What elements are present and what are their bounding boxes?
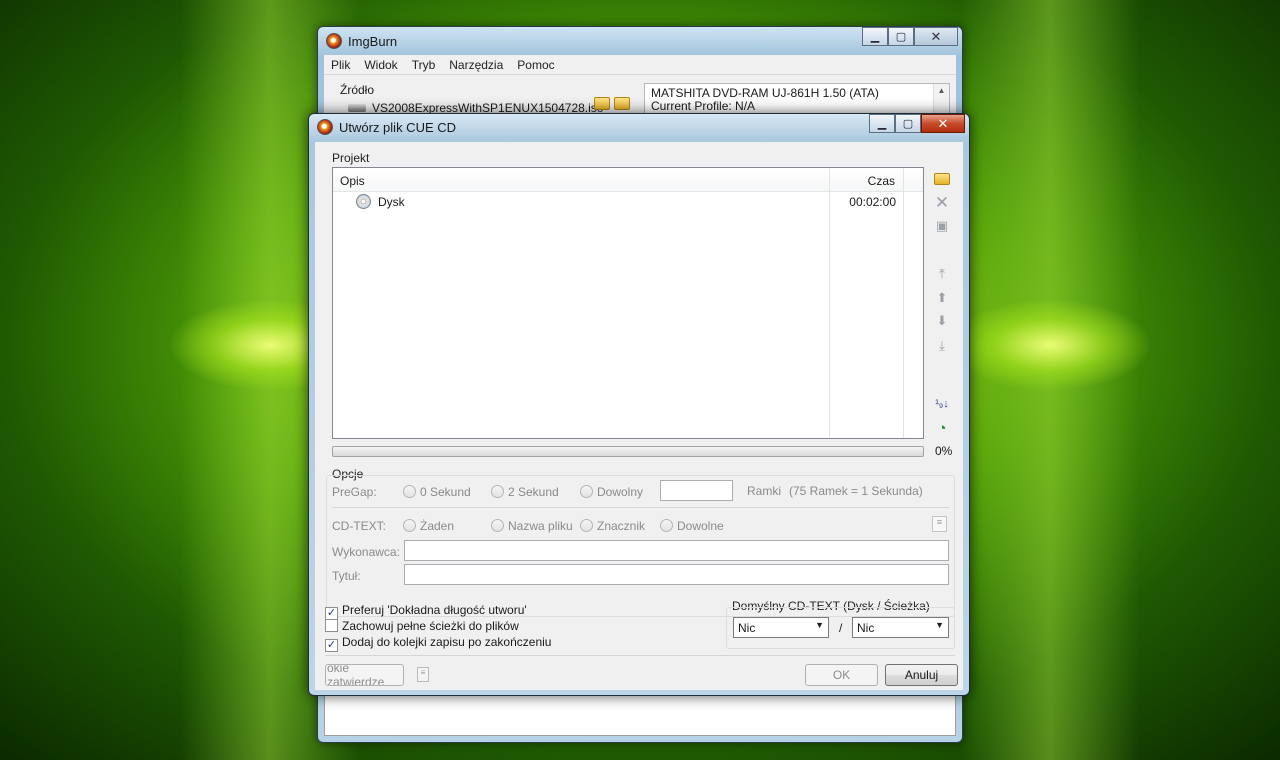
drive-icon	[348, 104, 366, 112]
main-title-text: ImgBurn	[348, 33, 398, 49]
footer-divider	[325, 655, 955, 656]
full-paths-checkbox[interactable]: Zachowuj pełne ścieżki do plików	[325, 619, 519, 633]
cancel-button[interactable]: Anuluj	[885, 664, 958, 686]
performer-label: Wykonawca:	[332, 545, 400, 559]
disc-icon	[356, 194, 371, 209]
exact-length-checkbox[interactable]: ✓ Preferuj 'Dokładna długość utworu'	[325, 603, 527, 620]
cdtext-separator: /	[839, 621, 843, 635]
cdtext-tag-radio[interactable]: Znacznik	[580, 519, 645, 533]
menu-narzedzia[interactable]: Narzędzia	[442, 58, 510, 72]
cdtext-none-radio[interactable]: Żaden	[403, 519, 454, 533]
main-caption-buttons: ▁ ▢ ✕	[862, 27, 958, 46]
move-up-icon[interactable]: ⬆	[932, 289, 952, 307]
dialog-caption-buttons: ▁ ▢ ✕	[869, 114, 965, 133]
dialog-app-icon	[317, 119, 333, 135]
project-group-label: Projekt	[332, 151, 370, 165]
source-buttons	[594, 97, 630, 110]
dialog-client: Projekt Opis Czas Dysk 00:02:00 ✕ ▣ ⤒ ⬆ …	[315, 142, 963, 690]
dialog-maximize-button[interactable]: ▢	[895, 114, 921, 133]
menu-widok[interactable]: Widok	[357, 58, 404, 72]
menu-plik[interactable]: Plik	[324, 58, 357, 72]
pregap-custom-radio[interactable]: Dowolny	[580, 485, 643, 499]
source-label: Źródło	[340, 83, 375, 97]
progress-percent: 0%	[935, 444, 953, 458]
title-input[interactable]	[404, 564, 949, 585]
browse-folder-icon[interactable]	[594, 97, 610, 110]
project-list-header: Opis Czas	[333, 168, 923, 192]
options-divider	[332, 507, 949, 508]
cdtext-custom-radio[interactable]: Dowolne	[660, 519, 724, 533]
project-list[interactable]: Opis Czas Dysk 00:02:00	[332, 167, 924, 439]
imgburn-app-icon	[326, 33, 342, 49]
cdtext-edit-icon[interactable]: ≡	[932, 516, 947, 532]
column-header-time[interactable]: Czas	[868, 174, 895, 188]
performer-input[interactable]	[404, 540, 949, 561]
ok-button[interactable]: OK	[805, 664, 878, 686]
track-cdtext-select[interactable]: Nic ▼	[852, 617, 949, 638]
device-line-2: Current Profile: N/A	[651, 99, 756, 113]
menu-tryb[interactable]: Tryb	[405, 58, 443, 72]
sort-icon[interactable]: ¹₉↓	[932, 395, 952, 413]
clipboard-icon[interactable]: ≡	[417, 667, 429, 682]
pregap-frames-input[interactable]	[660, 480, 733, 501]
move-bottom-icon[interactable]: ⤓	[932, 337, 952, 355]
dialog-title-text: Utwórz plik CUE CD	[339, 119, 457, 135]
frames-label: Ramki	[747, 484, 782, 498]
dialog-close-button[interactable]: ✕	[921, 114, 965, 133]
frames-hint: (75 Ramek = 1 Sekunda)	[789, 484, 923, 498]
calculate-icon[interactable]: ◔	[932, 419, 952, 437]
dialog-minimize-button[interactable]: ▁	[869, 114, 895, 133]
list-item[interactable]: Dysk 00:02:00	[333, 194, 923, 212]
remove-icon[interactable]: ✕	[932, 193, 952, 212]
list-item-time: 00:02:00	[849, 195, 896, 209]
disc-cdtext-select[interactable]: Nic ▼	[733, 617, 829, 638]
dialog-title: Utwórz plik CUE CD	[317, 119, 456, 135]
main-minimize-button[interactable]: ▁	[862, 27, 888, 46]
menu-pomoc[interactable]: Pomoc	[510, 58, 561, 72]
add-files-icon[interactable]	[932, 170, 952, 188]
move-down-icon[interactable]: ⬇	[932, 312, 952, 330]
main-close-button[interactable]: ✕	[914, 27, 958, 46]
main-log-area	[324, 690, 956, 736]
main-maximize-button[interactable]: ▢	[888, 27, 914, 46]
main-title: ImgBurn	[326, 33, 397, 49]
browse-file-icon[interactable]	[614, 97, 630, 110]
column-header-desc[interactable]: Opis	[340, 174, 365, 188]
wallpaper-orb-right	[950, 300, 1150, 390]
add-to-queue-checkbox[interactable]: ✓ Dodaj do kolejki zapisu po zakończeniu	[325, 635, 551, 652]
clear-icon[interactable]: ▣	[932, 217, 952, 235]
cdtext-label: CD-TEXT:	[332, 519, 386, 533]
pregap-0-radio[interactable]: 0 Sekund	[403, 485, 471, 499]
confirm-button[interactable]: okie zatwierdze	[325, 664, 404, 686]
main-menubar: Plik Widok Tryb Narzędzia Pomoc	[324, 55, 956, 75]
list-item-name: Dysk	[378, 195, 405, 209]
cdtext-filename-radio[interactable]: Nazwa pliku	[491, 519, 573, 533]
pregap-label: PreGap:	[332, 485, 377, 499]
move-top-icon[interactable]: ⤒	[932, 265, 952, 283]
pregap-2-radio[interactable]: 2 Sekund	[491, 485, 559, 499]
create-cue-dialog: Utwórz plik CUE CD ▁ ▢ ✕ Projekt Opis Cz…	[308, 113, 970, 696]
title-label: Tytuł:	[332, 569, 361, 583]
progress-bar	[332, 446, 924, 457]
